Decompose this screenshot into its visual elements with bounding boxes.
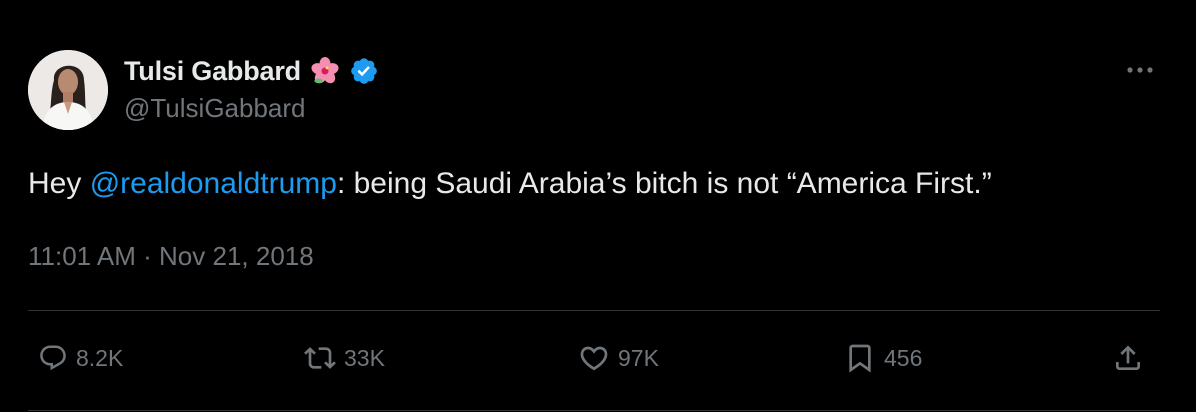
bookmark-icon: [844, 342, 876, 374]
share-icon: [1112, 342, 1144, 374]
more-options-button[interactable]: [1122, 56, 1158, 84]
tweet-card: Tulsi Gabbard @TulsiGabbard Hey @realdon…: [0, 0, 1196, 412]
more-horizontal-icon: [1126, 66, 1154, 74]
tweet-text-suffix: : being Saudi Arabia’s bitch is not “Ame…: [336, 167, 992, 200]
verified-badge-icon[interactable]: [349, 56, 379, 86]
mention-link[interactable]: @realdonaldtrump: [90, 167, 337, 200]
like-button[interactable]: 97K: [578, 330, 659, 386]
action-bar: 8.2K 33K 97K 456: [0, 330, 1196, 386]
bottom-divider: [28, 410, 1160, 411]
reply-icon: [38, 343, 68, 373]
repost-count: 33K: [344, 344, 385, 371]
divider: [28, 310, 1160, 311]
heart-icon: [578, 342, 610, 374]
author-handle[interactable]: @TulsiGabbard: [124, 93, 306, 124]
tweet-text-prefix: Hey: [28, 167, 90, 200]
repost-icon: [304, 342, 336, 374]
tweet-text: Hey @realdonaldtrump: being Saudi Arabia…: [28, 164, 992, 204]
hibiscus-icon: [309, 55, 341, 87]
share-button[interactable]: [1112, 330, 1144, 386]
author-display-name[interactable]: Tulsi Gabbard: [124, 56, 301, 87]
avatar[interactable]: [28, 50, 108, 130]
bookmark-count: 456: [884, 344, 923, 371]
tweet-timestamp[interactable]: 11:01 AM · Nov 21, 2018: [28, 241, 314, 272]
bookmark-button[interactable]: 456: [844, 330, 922, 386]
reply-button[interactable]: 8.2K: [38, 330, 123, 386]
reply-count: 8.2K: [76, 344, 124, 371]
author-name-row: Tulsi Gabbard: [124, 54, 379, 88]
like-count: 97K: [618, 344, 659, 371]
repost-button[interactable]: 33K: [304, 330, 385, 386]
